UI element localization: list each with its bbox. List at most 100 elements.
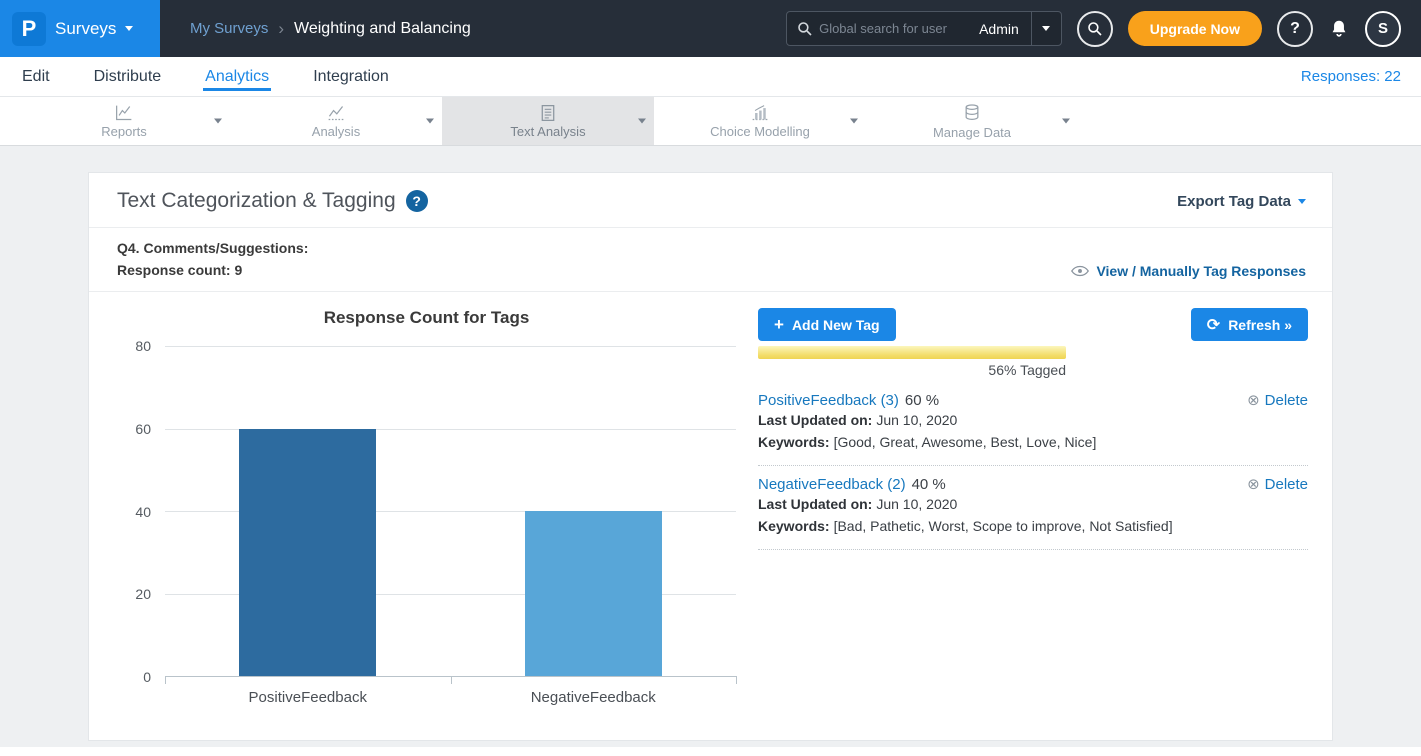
card-header: Text Categorization & Tagging ? Export T… — [89, 173, 1332, 227]
updated-value: Jun 10, 2020 — [876, 412, 957, 428]
chevron-down-icon[interactable] — [214, 119, 222, 124]
delete-tag-button[interactable]: ⊗ Delete — [1247, 475, 1308, 493]
notifications-button[interactable] — [1328, 18, 1350, 40]
x-axis-tick — [736, 676, 737, 684]
global-search[interactable]: Admin — [786, 11, 1062, 46]
product-name: Surveys — [55, 19, 116, 39]
analytics-toolbar: Reports Analysis Text Analysis Choice Mo… — [0, 97, 1421, 146]
tagged-progress-label-wrap: 56% Tagged — [758, 362, 1066, 378]
text-document-icon — [539, 104, 557, 122]
response-count-label: Response count: 9 — [117, 259, 308, 281]
nav-distribute[interactable]: Distribute — [92, 57, 164, 96]
tagged-percent-label: 56% Tagged — [988, 362, 1066, 378]
page-content: Text Categorization & Tagging ? Export T… — [0, 146, 1421, 756]
chart-plot — [165, 346, 736, 677]
view-manually-tag-link[interactable]: View / Manually Tag Responses — [1071, 263, 1306, 281]
tab-choice-modelling[interactable]: Choice Modelling — [654, 97, 866, 145]
add-tag-label: Add New Tag — [792, 317, 880, 333]
chevron-down-icon[interactable] — [1062, 119, 1070, 124]
line-chart-icon — [326, 104, 346, 122]
keywords-label: Keywords: — [758, 518, 830, 534]
search-scope-value[interactable]: Admin — [967, 21, 1031, 37]
survey-nav: Edit Distribute Analytics Integration Re… — [0, 57, 1421, 97]
x-axis-tick — [165, 676, 166, 684]
y-tick-label: 40 — [135, 504, 151, 520]
x-tick-label: NegativeFeedback — [451, 689, 737, 706]
nav-edit[interactable]: Edit — [20, 57, 52, 96]
chevron-down-icon — [1298, 199, 1306, 204]
tags-actions: + Add New Tag ⟳ Refresh » — [758, 308, 1308, 341]
chevron-down-icon[interactable] — [850, 119, 858, 124]
search-icon — [1087, 21, 1103, 37]
topbar-actions: Admin Upgrade Now ? S — [786, 11, 1421, 47]
tag-name-link[interactable]: PositiveFeedback (3) — [758, 392, 899, 409]
questionpro-logo: P — [12, 12, 46, 46]
help-button[interactable]: ? — [1277, 11, 1313, 47]
delete-tag-button[interactable]: ⊗ Delete — [1247, 391, 1308, 409]
tagged-progress-fill — [758, 346, 1066, 359]
eye-icon — [1071, 265, 1089, 277]
database-icon — [962, 103, 982, 123]
tag-list: PositiveFeedback (3) 60 % ⊗ Delete Last … — [758, 382, 1308, 550]
keywords-value: [Bad, Pathetic, Worst, Scope to improve,… — [834, 518, 1173, 534]
breadcrumb: My Surveys › Weighting and Balancing — [190, 19, 471, 39]
tab-manage-data[interactable]: Manage Data — [866, 97, 1078, 145]
tab-label: Text Analysis — [510, 124, 585, 139]
chevron-down-icon[interactable] — [638, 119, 646, 124]
question-info: Q4. Comments/Suggestions: Response count… — [117, 237, 308, 281]
nav-analytics[interactable]: Analytics — [203, 57, 271, 96]
export-tag-data-button[interactable]: Export Tag Data — [1177, 193, 1306, 210]
tab-text-analysis[interactable]: Text Analysis — [442, 97, 654, 145]
refresh-label: Refresh » — [1228, 317, 1292, 333]
chevron-down-icon — [125, 26, 133, 31]
tag-chart: Response Count for Tags 020406080 Positi… — [117, 292, 736, 706]
gridline — [165, 346, 736, 347]
nav-integration[interactable]: Integration — [311, 57, 391, 96]
add-new-tag-button[interactable]: + Add New Tag — [758, 308, 896, 341]
updated-value: Jun 10, 2020 — [876, 496, 957, 512]
delete-label[interactable]: Delete — [1265, 476, 1308, 493]
chevron-down-icon[interactable] — [426, 119, 434, 124]
search-scope-dropdown[interactable] — [1031, 12, 1061, 45]
global-search-input[interactable] — [817, 20, 967, 37]
question-row: Q4. Comments/Suggestions: Response count… — [89, 227, 1332, 292]
text-tagging-card: Text Categorization & Tagging ? Export T… — [88, 172, 1333, 741]
delete-label[interactable]: Delete — [1265, 392, 1308, 409]
tag-head: NegativeFeedback (2) 40 % ⊗ Delete — [758, 475, 1308, 493]
avatar[interactable]: S — [1365, 11, 1401, 47]
circle-x-icon: ⊗ — [1247, 475, 1260, 493]
app-switcher[interactable]: P Surveys — [0, 0, 160, 57]
search-button[interactable] — [1077, 11, 1113, 47]
avatar-letter: S — [1378, 20, 1388, 37]
responses-count[interactable]: Responses: 22 — [1301, 68, 1401, 85]
y-tick-label: 80 — [135, 338, 151, 354]
tab-reports[interactable]: Reports — [18, 97, 230, 145]
help-icon[interactable]: ? — [406, 190, 428, 212]
page-title: Text Categorization & Tagging — [117, 189, 396, 213]
tab-label: Analysis — [312, 124, 360, 139]
tag-name-link[interactable]: NegativeFeedback (2) — [758, 476, 906, 493]
y-tick-label: 0 — [143, 669, 151, 685]
tab-label: Manage Data — [933, 125, 1011, 140]
tab-analysis[interactable]: Analysis — [230, 97, 442, 145]
breadcrumb-my-surveys[interactable]: My Surveys — [190, 20, 268, 37]
breadcrumb-separator: › — [278, 19, 284, 39]
upgrade-button[interactable]: Upgrade Now — [1128, 11, 1262, 46]
updated-label: Last Updated on: — [758, 496, 872, 512]
tag-percent: 40 % — [912, 476, 946, 493]
page-footer — [0, 747, 1421, 756]
tagged-progress-bar — [758, 346, 1308, 359]
tag-keywords-line: Keywords:[Good, Great, Awesome, Best, Lo… — [758, 432, 1308, 453]
chart-area: 020406080 — [117, 346, 736, 677]
tag-percent: 60 % — [905, 392, 939, 409]
refresh-button[interactable]: ⟳ Refresh » — [1191, 308, 1308, 341]
bar-PositiveFeedback — [239, 429, 376, 677]
search-icon — [797, 21, 813, 37]
topbar: P Surveys My Surveys › Weighting and Bal… — [0, 0, 1421, 57]
refresh-icon: ⟳ — [1207, 315, 1220, 335]
logo-letter: P — [22, 16, 37, 42]
x-axis-tick — [451, 676, 452, 684]
bar-chart-icon — [750, 104, 770, 122]
breadcrumb-current: Weighting and Balancing — [294, 20, 471, 38]
tag-updated-line: Last Updated on:Jun 10, 2020 — [758, 410, 1308, 431]
